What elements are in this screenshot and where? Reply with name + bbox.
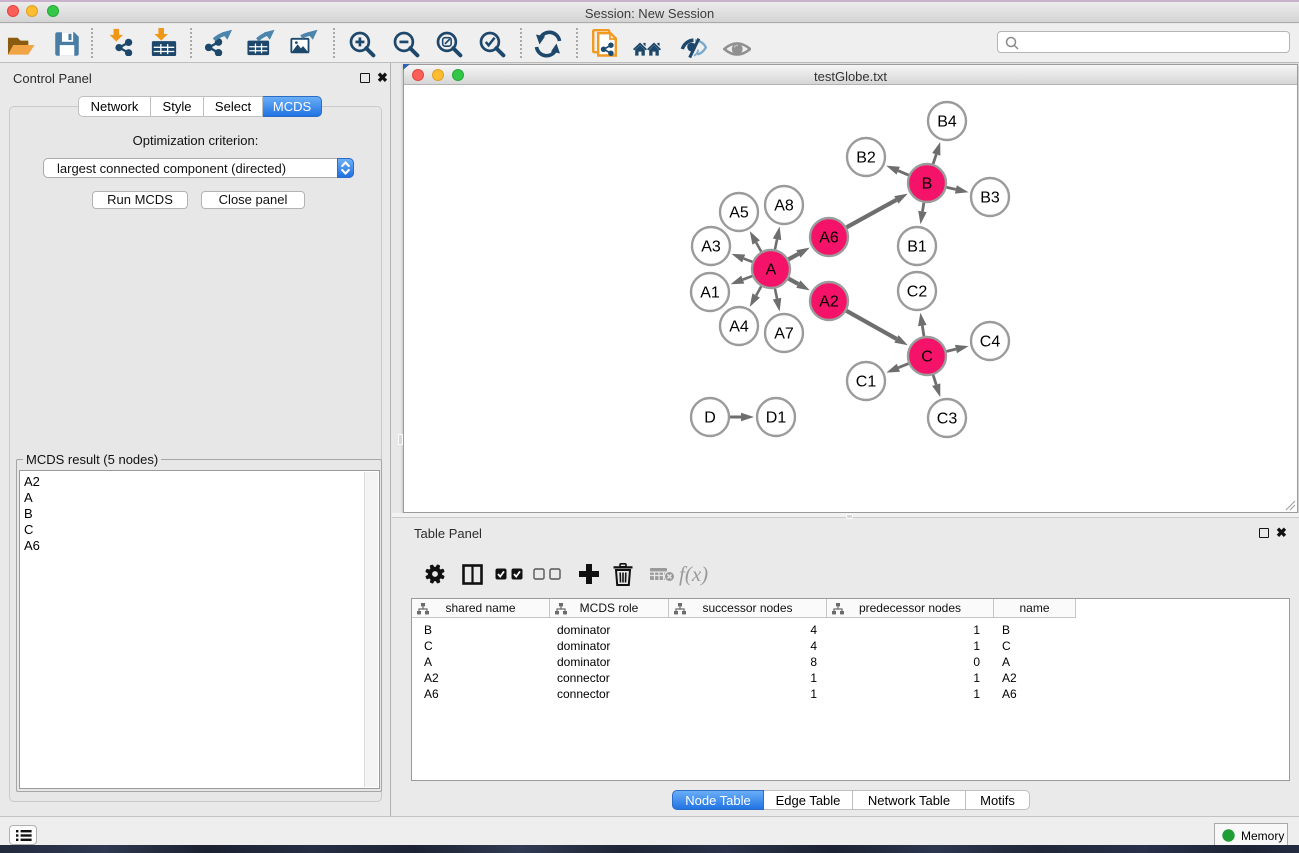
svg-text:C4: C4 bbox=[980, 334, 1001, 351]
svg-text:A2: A2 bbox=[819, 294, 839, 311]
svg-text:B3: B3 bbox=[980, 190, 1000, 207]
svg-text:C: C bbox=[921, 349, 933, 366]
svg-text:A6: A6 bbox=[819, 230, 839, 247]
svg-text:B: B bbox=[922, 176, 933, 193]
svg-text:A7: A7 bbox=[774, 326, 794, 343]
svg-text:A4: A4 bbox=[729, 319, 749, 336]
svg-text:C3: C3 bbox=[937, 411, 958, 428]
svg-text:C1: C1 bbox=[856, 374, 877, 391]
svg-text:A5: A5 bbox=[729, 205, 749, 222]
svg-text:B4: B4 bbox=[937, 114, 957, 131]
svg-text:D: D bbox=[704, 410, 716, 427]
svg-text:D1: D1 bbox=[766, 410, 787, 427]
svg-text:B2: B2 bbox=[856, 150, 876, 167]
svg-text:A3: A3 bbox=[701, 239, 721, 256]
svg-text:A1: A1 bbox=[700, 285, 720, 302]
svg-text:B1: B1 bbox=[907, 239, 927, 256]
svg-text:A8: A8 bbox=[774, 198, 794, 215]
svg-text:A: A bbox=[766, 262, 777, 279]
svg-text:C2: C2 bbox=[907, 284, 928, 301]
